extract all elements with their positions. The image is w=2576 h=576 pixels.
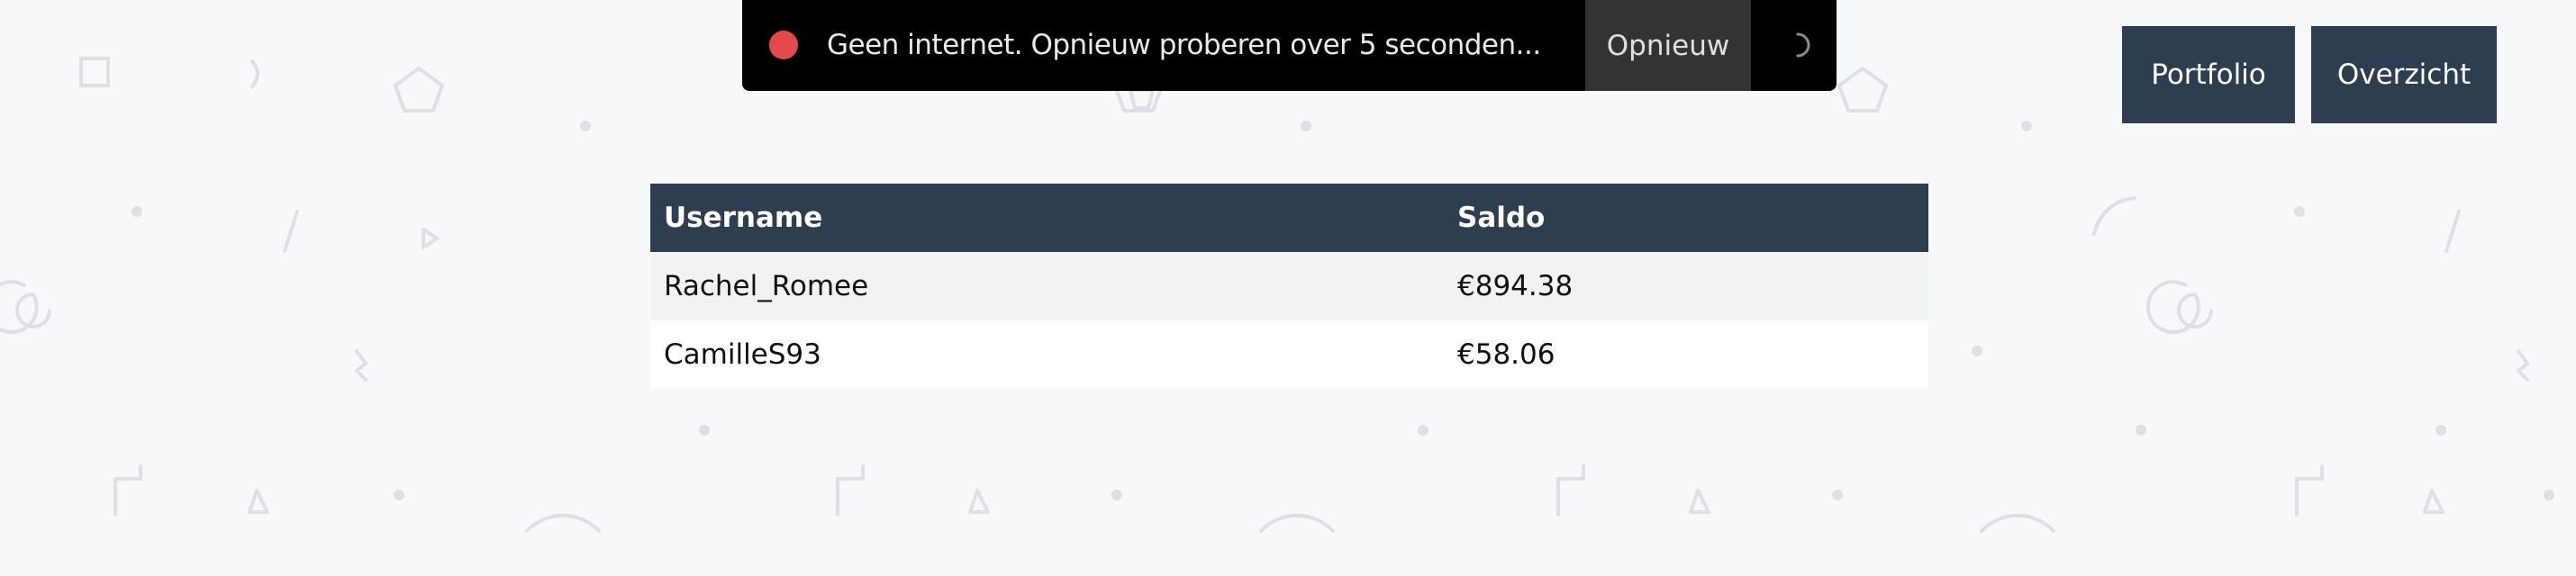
offline-toast: Geen internet. Opnieuw proberen over 5 s…	[742, 0, 1837, 91]
overview-button[interactable]: Overzicht	[2311, 26, 2497, 123]
username-cell: Rachel_Romee	[650, 252, 1444, 320]
column-header-username: Username	[650, 184, 1444, 252]
table-row: Rachel_Romee €894.38	[650, 252, 1928, 320]
offline-status-icon	[769, 31, 798, 59]
offline-message: Geen internet. Opnieuw proberen over 5 s…	[827, 29, 1541, 61]
table-row: CamilleS93 €58.06	[650, 320, 1928, 389]
loading-spinner-icon	[1796, 32, 1810, 58]
retry-button[interactable]: Opnieuw	[1585, 0, 1751, 91]
username-cell: CamilleS93	[650, 320, 1444, 389]
column-header-saldo: Saldo	[1444, 184, 1928, 252]
saldo-cell: €58.06	[1444, 320, 1928, 389]
table-header-row: Username Saldo	[650, 184, 1928, 252]
portfolio-button[interactable]: Portfolio	[2122, 26, 2295, 123]
balance-table: Username Saldo Rachel_Romee €894.38 Cami…	[650, 184, 1928, 389]
saldo-cell: €894.38	[1444, 252, 1928, 320]
